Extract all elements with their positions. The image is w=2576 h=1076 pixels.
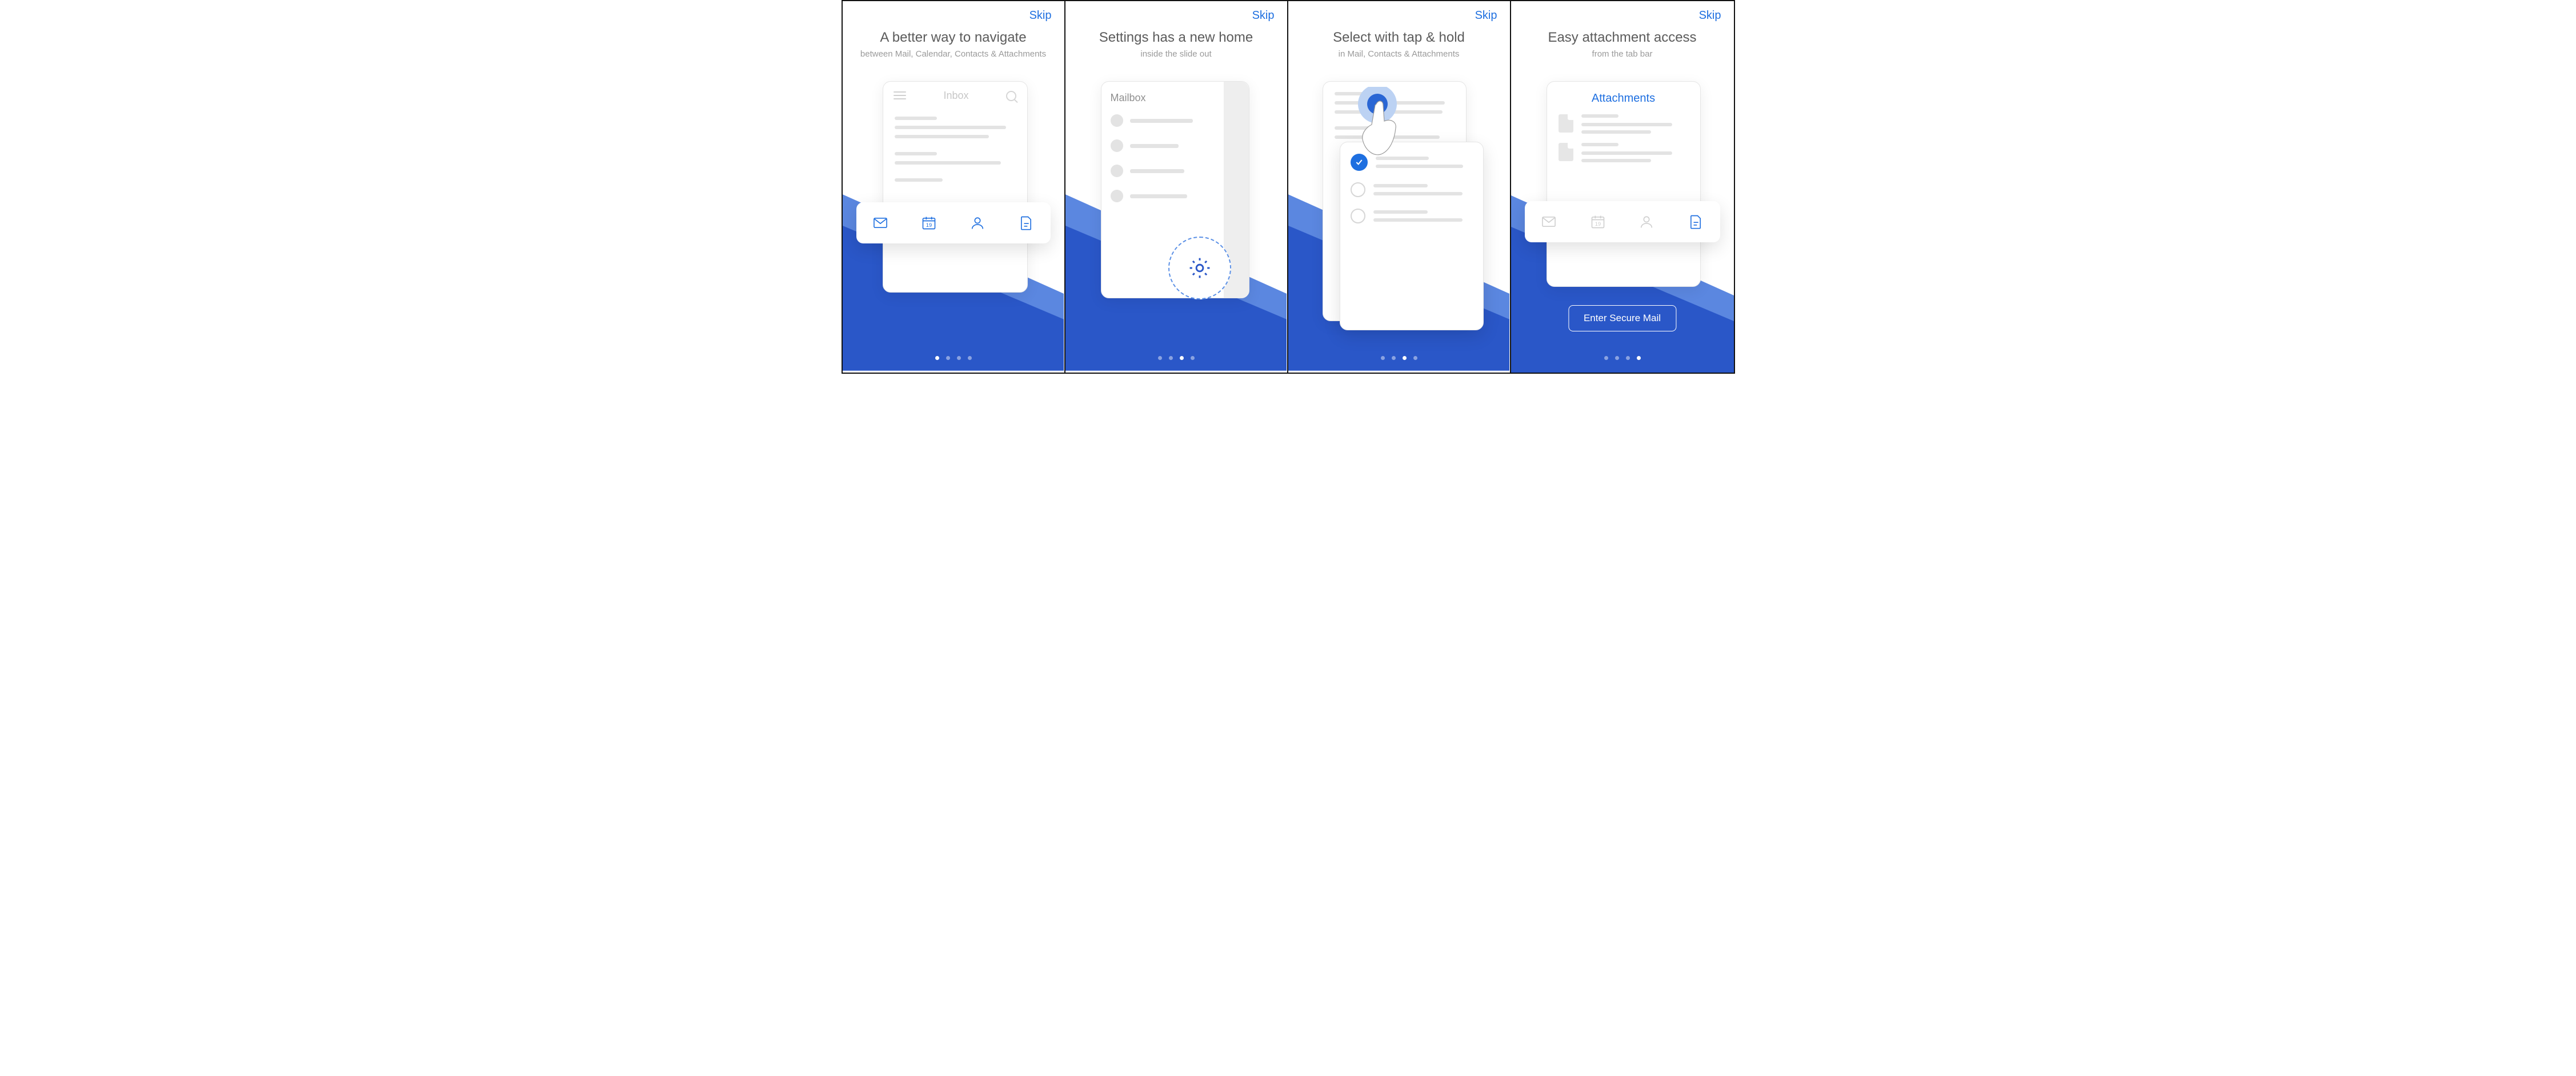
message-placeholder-lines	[883, 106, 1027, 198]
inbox-label: Inbox	[943, 90, 968, 102]
dot	[1637, 356, 1641, 360]
page-title: A better way to navigate	[843, 30, 1064, 46]
skip-button[interactable]: Skip	[1029, 9, 1052, 22]
page-title: Easy attachment access	[1511, 30, 1734, 46]
dot	[1604, 356, 1608, 360]
calendar-icon[interactable]: 19	[1589, 214, 1607, 230]
enter-secure-mail-button[interactable]: Enter Secure Mail	[1568, 305, 1676, 331]
onboarding-screen-4: Skip Easy attachment access from the tab…	[1511, 1, 1734, 373]
heading: Select with tap & hold in Mail, Contacts…	[1288, 30, 1510, 59]
gear-icon	[1187, 255, 1212, 281]
checkmark-icon	[1351, 154, 1368, 171]
dot	[1403, 356, 1407, 360]
selection-overlay-card	[1340, 142, 1484, 330]
tab-bar: 19	[1525, 201, 1720, 242]
skip-button[interactable]: Skip	[1699, 9, 1721, 22]
settings-badge	[1168, 237, 1231, 299]
attachment-row	[1547, 134, 1700, 162]
selection-row	[1351, 182, 1473, 197]
page-title: Select with tap & hold	[1288, 30, 1510, 46]
page-indicator	[1065, 356, 1287, 360]
heading: Easy attachment access from the tab bar	[1511, 30, 1734, 59]
list-item	[1111, 190, 1215, 202]
onboarding-screen-1: Skip A better way to navigate between Ma…	[843, 1, 1065, 373]
mail-icon[interactable]	[872, 215, 889, 231]
hamburger-icon	[894, 91, 906, 101]
dot	[1626, 356, 1630, 360]
dot	[1158, 356, 1162, 360]
contacts-icon[interactable]	[969, 215, 986, 231]
page-subtitle: between Mail, Calendar, Contacts & Attac…	[843, 49, 1064, 59]
heading: A better way to navigate between Mail, C…	[843, 30, 1064, 59]
page-indicator	[843, 356, 1064, 360]
dot	[1191, 356, 1195, 360]
onboarding-screen-2: Skip Settings has a new home inside the …	[1065, 1, 1288, 373]
page-indicator	[1288, 356, 1510, 360]
dot	[1381, 356, 1385, 360]
page-subtitle: from the tab bar	[1511, 49, 1734, 59]
svg-text:19: 19	[926, 222, 932, 228]
empty-circle-icon	[1351, 209, 1365, 223]
skip-button[interactable]: Skip	[1252, 9, 1275, 22]
list-item	[1111, 139, 1215, 152]
list-item	[1111, 114, 1215, 127]
list-item	[1111, 165, 1215, 177]
attachments-icon[interactable]	[1687, 214, 1704, 230]
dot	[1169, 356, 1173, 360]
tab-bar: 19	[856, 202, 1051, 243]
page-title: Settings has a new home	[1065, 30, 1287, 46]
calendar-icon[interactable]: 19	[920, 215, 938, 231]
heading: Settings has a new home inside the slide…	[1065, 30, 1287, 59]
selection-row	[1351, 209, 1473, 223]
dot	[957, 356, 961, 360]
dot	[1413, 356, 1417, 360]
dot	[1392, 356, 1396, 360]
page-indicator	[1511, 356, 1734, 360]
page-subtitle: inside the slide out	[1065, 49, 1287, 59]
dot	[935, 356, 939, 360]
file-icon	[1559, 114, 1573, 133]
search-icon	[1006, 91, 1016, 101]
svg-text:19: 19	[1595, 221, 1601, 227]
empty-circle-icon	[1351, 182, 1365, 197]
attachments-preview-card: Attachments	[1547, 81, 1701, 287]
attachments-icon[interactable]	[1017, 215, 1035, 231]
onboarding-screen-3: Skip Select with tap & hold in Mail, Con…	[1288, 1, 1511, 373]
dot	[1180, 356, 1184, 360]
contacts-icon[interactable]	[1638, 214, 1655, 230]
mailbox-label: Mailbox	[1111, 92, 1215, 104]
dot	[946, 356, 950, 360]
dot	[968, 356, 972, 360]
skip-button[interactable]: Skip	[1475, 9, 1497, 22]
attachments-label: Attachments	[1547, 82, 1700, 105]
mail-icon[interactable]	[1540, 214, 1557, 230]
selection-row	[1351, 154, 1473, 171]
file-icon	[1559, 143, 1573, 161]
onboarding-strip: Skip A better way to navigate between Ma…	[842, 0, 1735, 374]
attachment-row	[1547, 105, 1700, 134]
page-subtitle: in Mail, Contacts & Attachments	[1288, 49, 1510, 59]
inbox-preview-card: Inbox	[883, 81, 1028, 293]
dot	[1615, 356, 1619, 360]
